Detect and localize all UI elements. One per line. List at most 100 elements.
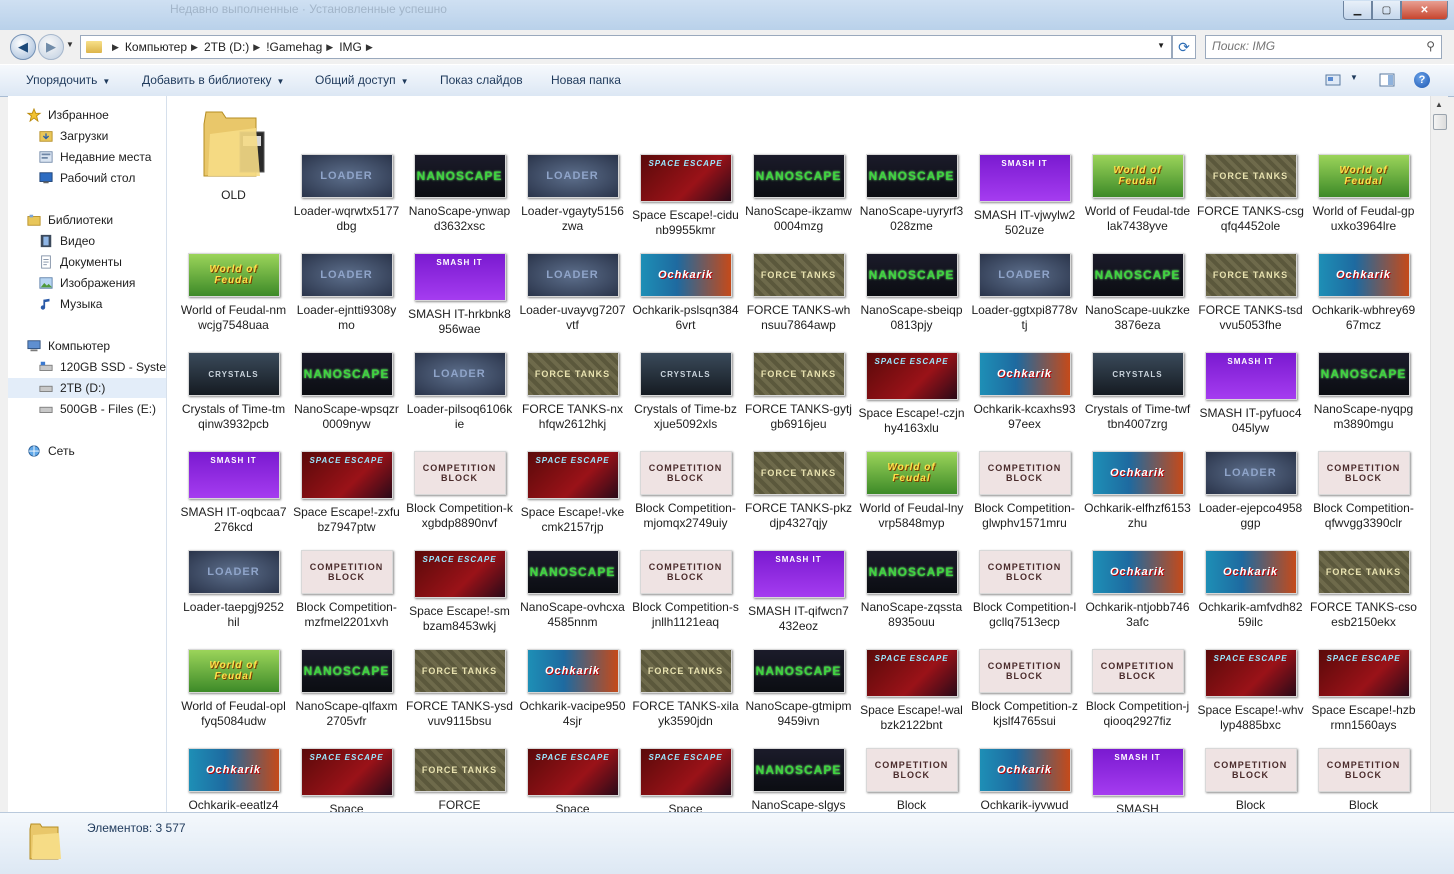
file-tile[interactable]: Ochkarik Ochkarik-pslsqn3846vrt — [629, 253, 742, 333]
file-tile[interactable]: Ochkarik Ochkarik-elfhzf6153zhu — [1081, 451, 1194, 531]
file-tile[interactable]: LOADER Loader-uvayvg7207vtf — [516, 253, 629, 333]
file-tile[interactable]: FORCE TANKS FORCE TANKS-csoesb2150ekx — [1307, 550, 1420, 630]
file-tile[interactable]: FORCE TANKS FORCE TANKS-ysdvuv9115bsu — [403, 649, 516, 729]
file-tile[interactable]: NANOSCAPE NanoScape-slgys — [742, 748, 855, 812]
view-dropdown-icon[interactable]: ▼ — [1350, 73, 1358, 82]
file-tile[interactable]: Ochkarik Ochkarik-vacipe9504sjr — [516, 649, 629, 729]
minimize-button[interactable]: ▁ — [1343, 1, 1372, 20]
file-tile[interactable]: NANOSCAPE NanoScape-zqssta8935ouu — [855, 550, 968, 630]
file-tile[interactable]: COMPETITION BLOCK Block Competition-qfwvg… — [1307, 451, 1420, 531]
back-button[interactable]: ◀ — [10, 34, 36, 60]
file-tile[interactable]: LOADER Loader-pilsoq6106kie — [403, 352, 516, 432]
file-tile[interactable]: NANOSCAPE NanoScape-sbeiqp0813pjy — [855, 253, 968, 333]
nav-desktop[interactable]: Рабочий стол — [38, 168, 166, 188]
file-tile[interactable]: FORCE TANKS FORCE TANKS-gytjgb6916jeu — [742, 352, 855, 432]
nav-favorites[interactable]: Избранное — [26, 105, 166, 125]
file-tile[interactable]: Ochkarik Ochkarik-kcaxhs9397eex — [968, 352, 1081, 432]
nav-network[interactable]: Сеть — [26, 441, 166, 461]
file-tile[interactable]: SPACE ESCAPE Space Escape!-zxfubz7947ptw — [290, 451, 403, 535]
file-tile[interactable]: SPACE ESCAPE Space — [629, 748, 742, 812]
file-tile[interactable]: SMASH IT SMASH — [1081, 748, 1194, 812]
nav-music[interactable]: Музыка — [38, 294, 166, 314]
file-tile[interactable]: FORCE TANKS FORCE TANKS-csgqfq4452ole — [1194, 154, 1307, 234]
share-menu[interactable]: Общий доступ ▼ — [315, 73, 409, 87]
nav-drive-d[interactable]: 2TB (D:) — [8, 378, 166, 398]
nav-recent-places[interactable]: Недавние места — [38, 147, 166, 167]
help-icon[interactable]: ? — [1414, 72, 1430, 88]
file-tile[interactable]: NANOSCAPE NanoScape-ynwapd3632xsc — [403, 154, 516, 234]
file-tile[interactable]: CRYSTALS Crystals of Time-bzxjue5092xls — [629, 352, 742, 432]
nav-drive-c[interactable]: 120GB SSD - System — [38, 357, 166, 377]
new-folder-button[interactable]: Новая папка — [551, 73, 621, 87]
scroll-up-icon[interactable]: ▲ — [1435, 100, 1443, 109]
file-tile[interactable]: FORCE TANKS FORCE TANKS-whnsuu7864awp — [742, 253, 855, 333]
file-tile[interactable]: SMASH IT SMASH IT-qifwcn7432eoz — [742, 550, 855, 634]
file-tile[interactable]: COMPETITION BLOCK Block Competition-zkjsl… — [968, 649, 1081, 729]
close-button[interactable]: ✕ — [1401, 1, 1448, 20]
address-dropdown-icon[interactable]: ▼ — [1157, 41, 1165, 50]
file-tile[interactable]: Ochkarik Ochkarik-ntjobb7463afc — [1081, 550, 1194, 630]
maximize-button[interactable]: ▢ — [1372, 1, 1401, 20]
file-tile[interactable]: CRYSTALS Crystals of Time-twftbn4007zrg — [1081, 352, 1194, 432]
file-tile[interactable]: COMPETITION BLOCK Block Competition-kxgbd… — [403, 451, 516, 531]
file-tile[interactable]: FORCE TANKS FORCE TANKS-nxhfqw2612hkj — [516, 352, 629, 432]
file-tile[interactable]: SPACE ESCAPE Space Escape!-cidunb9955kmr — [629, 154, 742, 238]
nav-images[interactable]: Изображения — [38, 273, 166, 293]
file-tile[interactable]: LOADER Loader-wqrwtx5177dbg — [290, 154, 403, 234]
file-tile[interactable]: COMPETITION BLOCK Block Competition-jqioo… — [1081, 649, 1194, 729]
organize-menu[interactable]: Упорядочить ▼ — [26, 73, 110, 87]
file-tile[interactable]: SPACE ESCAPE Space Escape!-vkecmk2157rjp — [516, 451, 629, 535]
file-tile[interactable]: Ochkarik Ochkarik-iyvwud — [968, 748, 1081, 812]
file-tile[interactable]: NANOSCAPE NanoScape-ikzamw0004mzg — [742, 154, 855, 234]
nav-drive-e[interactable]: 500GB - Files (E:) — [38, 399, 166, 419]
file-tile[interactable]: COMPETITION BLOCK Block Competition-mzfme… — [290, 550, 403, 630]
file-tile[interactable]: CRYSTALS Crystals of Time-tmqinw3932pcb — [177, 352, 290, 432]
file-tile[interactable]: NANOSCAPE NanoScape-ovhcxa4585nnm — [516, 550, 629, 630]
search-input[interactable] — [1206, 36, 1418, 56]
forward-button[interactable]: ▶ — [38, 34, 64, 60]
nav-downloads[interactable]: Загрузки — [38, 126, 166, 146]
view-options-icon[interactable] — [1325, 72, 1341, 88]
vertical-scrollbar[interactable]: ▲ — [1430, 96, 1448, 812]
file-tile[interactable]: NANOSCAPE NanoScape-qlfaxm2705vfr — [290, 649, 403, 729]
file-tile[interactable]: SPACE ESCAPE Space Escape!-walbzk2122bnt — [855, 649, 968, 733]
file-tile[interactable]: NANOSCAPE NanoScape-gtmipm9459ivn — [742, 649, 855, 729]
file-tile[interactable]: FORCE TANKS FORCE TANKS-xilayk3590jdn — [629, 649, 742, 729]
file-tile[interactable]: COMPETITION BLOCK Block Competition-mjomq… — [629, 451, 742, 531]
file-tile[interactable]: NANOSCAPE NanoScape-nyqpgm3890mgu — [1307, 352, 1420, 432]
address-bar[interactable]: ▶ Компьютер ▶ 2TB (D:) ▶ !Gamehag ▶ IMG ▶ ▼ — [80, 35, 1172, 59]
file-tile[interactable]: LOADER Loader-ggtxpi8778vtj — [968, 253, 1081, 333]
refresh-button[interactable]: ⟳ — [1172, 35, 1196, 59]
file-tile[interactable]: Ochkarik Ochkarik-eeatlz4 — [177, 748, 290, 812]
breadcrumb-img[interactable]: IMG ▶ — [339, 40, 379, 54]
file-tile[interactable]: World of Feudal World of Feudal-oplfyq508… — [177, 649, 290, 729]
file-tile[interactable]: Ochkarik Ochkarik-amfvdh8259ilc — [1194, 550, 1307, 630]
file-tile[interactable]: COMPETITION BLOCK Block — [1194, 748, 1307, 812]
file-tile[interactable]: SMASH IT SMASH IT-vjwylw2502uze — [968, 154, 1081, 238]
nav-libraries[interactable]: Библиотеки — [26, 210, 166, 230]
file-tile[interactable]: FORCE TANKS FORCE — [403, 748, 516, 812]
file-tile[interactable]: SPACE ESCAPE Space Escape!-hzbrmn1560ays — [1307, 649, 1420, 733]
nav-video[interactable]: Видео — [38, 231, 166, 251]
file-tile[interactable]: NANOSCAPE NanoScape-uyryrf3028zme — [855, 154, 968, 234]
breadcrumb-root-arrow[interactable]: ▶ — [108, 42, 125, 53]
file-tile[interactable]: World of Feudal World of Feudal-nmwcjg754… — [177, 253, 290, 333]
preview-pane-icon[interactable] — [1379, 72, 1395, 88]
file-tile[interactable]: SPACE ESCAPE Space Escape!-whvlyp4885bxc — [1194, 649, 1307, 733]
search-box[interactable]: ⚲ — [1205, 35, 1442, 59]
add-to-library-menu[interactable]: Добавить в библиотеку ▼ — [142, 73, 284, 87]
breadcrumb-gamehag[interactable]: !Gamehag ▶ — [266, 40, 339, 54]
scrollbar-thumb[interactable] — [1433, 114, 1447, 130]
file-tile[interactable]: LOADER Loader-ejepco4958ggp — [1194, 451, 1307, 531]
file-tile[interactable]: LOADER Loader-vgayty5156zwa — [516, 154, 629, 234]
slideshow-button[interactable]: Показ слайдов — [440, 73, 523, 87]
file-tile[interactable]: World of Feudal World of Feudal-gpuxko396… — [1307, 154, 1420, 234]
file-tile[interactable]: SMASH IT SMASH IT-pyfuoc4045lyw — [1194, 352, 1307, 436]
breadcrumb-computer[interactable]: Компьютер ▶ — [125, 40, 204, 54]
file-tile[interactable]: COMPETITION BLOCK Block Competition-sjnll… — [629, 550, 742, 630]
file-tile[interactable]: SMASH IT SMASH IT-hrkbnk8956wae — [403, 253, 516, 337]
file-tile[interactable]: LOADER Loader-ejntti9308ymo — [290, 253, 403, 333]
file-tile[interactable]: World of Feudal World of Feudal-lnyvrp584… — [855, 451, 968, 531]
file-tile[interactable]: SMASH IT SMASH IT-oqbcaa7276kcd — [177, 451, 290, 535]
file-tile[interactable]: SPACE ESCAPE Space — [290, 748, 403, 812]
